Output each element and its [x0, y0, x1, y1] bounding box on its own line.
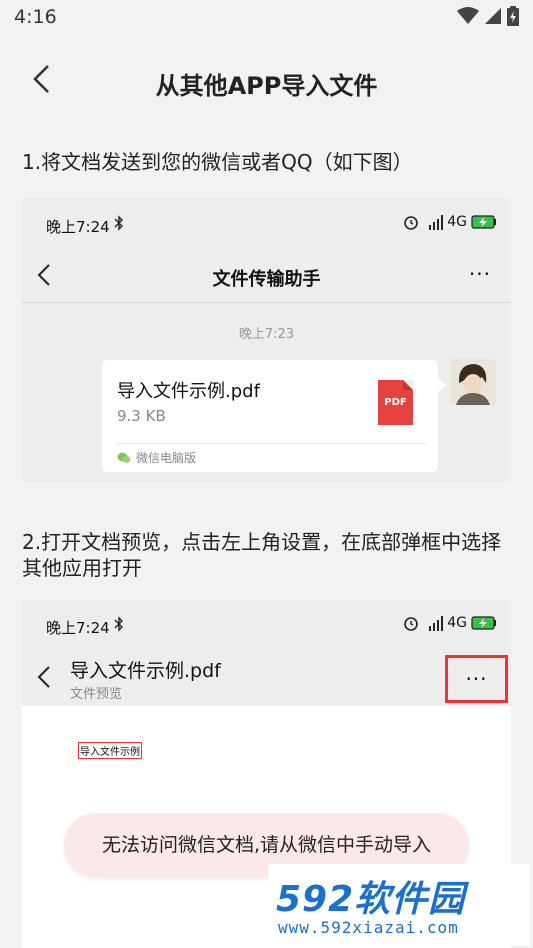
- card-divider: [117, 443, 426, 444]
- pdf-file-icon: PDF: [378, 380, 413, 425]
- preview-header: 导入文件示例.pdf 文件预览 ···: [22, 650, 511, 706]
- screenshot-status-bar: 晚上7:24 4G: [22, 600, 511, 650]
- status-bar: 4:16: [0, 0, 533, 36]
- chat-title: 文件传输助手: [212, 269, 321, 290]
- bluetooth-icon: [114, 215, 123, 231]
- step2-instruction: 2.打开文档预览，点击左上角设置，在底部弹框中选择其他应用打开: [22, 530, 502, 580]
- page-title: 从其他APP导入文件: [155, 72, 378, 100]
- avatar[interactable]: [450, 359, 496, 405]
- file-size: 9.3 KB: [117, 407, 166, 425]
- file-message-card[interactable]: 导入文件示例.pdf 9.3 KB PDF 微信电脑版: [102, 360, 446, 472]
- signal-hd-icon: [429, 616, 444, 631]
- preview-back-icon[interactable]: [36, 665, 52, 689]
- step1-instruction: 1.将文档发送到您的微信或者QQ（如下图）: [22, 150, 413, 174]
- battery-charging-icon: [471, 616, 496, 630]
- preview-more-button[interactable]: ···: [445, 655, 508, 703]
- alarm-icon: [404, 216, 419, 230]
- file-source-label: 微信电脑版: [136, 451, 197, 465]
- battery-icon: [507, 6, 519, 26]
- site-watermark: 592软件园 www.592xiazai.com: [268, 864, 530, 946]
- network-type: 4G: [447, 615, 467, 631]
- wechat-logo-icon: [117, 452, 131, 463]
- wechat-chat-screenshot: 晚上7:24 4G 文件传输助手 ··· 晚上7:23 导入文件示例.pdf 9…: [22, 199, 511, 481]
- avatar-image: [450, 359, 496, 405]
- chat-more-icon[interactable]: ···: [469, 262, 491, 286]
- alarm-icon: [404, 617, 419, 631]
- message-time: 晚上7:23: [238, 327, 295, 342]
- pdf-label: PDF: [384, 397, 407, 408]
- status-icons: [457, 6, 519, 26]
- battery-charging-icon: [471, 215, 496, 229]
- chat-header: 文件传输助手 ···: [22, 249, 511, 303]
- file-source: 微信电脑版: [117, 449, 196, 466]
- status-time: 4:16: [14, 6, 57, 28]
- wifi-icon: [457, 7, 479, 24]
- screenshot-time: 晚上7:24: [46, 619, 110, 637]
- bluetooth-icon: [114, 616, 123, 632]
- document-text: 导入文件示例: [78, 742, 142, 759]
- preview-title: 导入文件示例.pdf: [70, 660, 221, 682]
- signal-hd-icon: [429, 215, 444, 230]
- watermark-logo: 592软件园: [276, 879, 466, 920]
- preview-subtitle: 文件预览: [70, 687, 123, 702]
- screenshot-time: 晚上7:24: [46, 218, 110, 236]
- watermark-url: www.592xiazai.com: [278, 918, 459, 937]
- file-name: 导入文件示例.pdf: [117, 381, 260, 402]
- signal-icon: [485, 8, 501, 24]
- screenshot-status-bar: 晚上7:24 4G: [22, 199, 511, 249]
- network-type: 4G: [447, 214, 467, 230]
- app-bar: 从其他APP导入文件: [0, 48, 533, 112]
